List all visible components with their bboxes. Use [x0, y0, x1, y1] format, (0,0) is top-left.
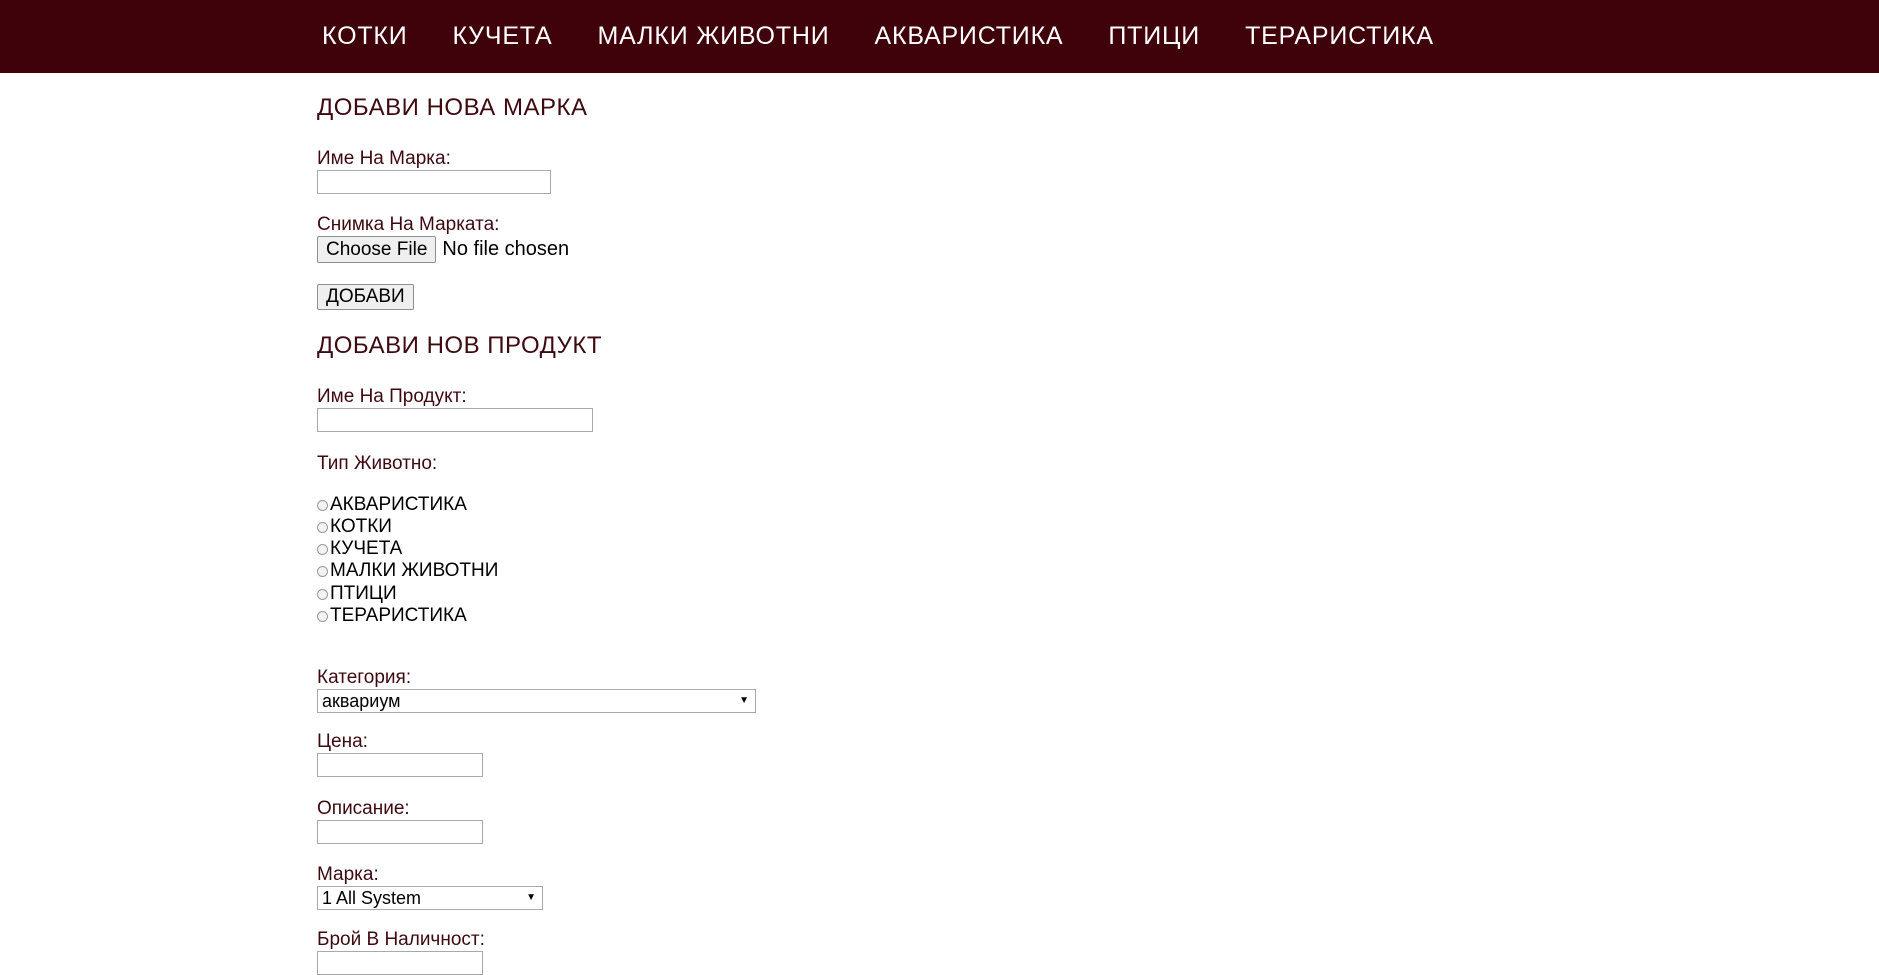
brand-select[interactable]: 1 All System ▼	[317, 886, 543, 910]
brand-selected-value: 1 All System	[322, 888, 422, 908]
dropdown-arrow-icon: ▼	[739, 695, 749, 706]
product-name-label: Име На Продукт:	[317, 386, 467, 407]
price-label: Цена:	[317, 731, 368, 752]
add-brand-button[interactable]: ДОБАВИ	[317, 284, 414, 310]
dropdown-arrow-icon: ▼	[526, 892, 536, 903]
brand-name-input[interactable]	[317, 170, 551, 194]
radio-label: АКВАРИСТИКА	[330, 494, 467, 515]
category-label: Категория:	[317, 667, 412, 688]
nav-item-birds[interactable]: ПТИЦИ	[1108, 22, 1200, 51]
category-selected-value: аквариум	[322, 691, 401, 711]
product-name-input[interactable]	[317, 408, 593, 432]
animal-type-label: Тип Животно:	[317, 453, 438, 474]
radio-button[interactable]	[317, 588, 328, 600]
description-label: Описание:	[317, 798, 410, 819]
radio-label: ПТИЦИ	[330, 583, 397, 604]
radio-label: ТЕРАРИСТИКА	[330, 605, 467, 626]
brand-image-label: Снимка На Марката:	[317, 214, 500, 235]
radio-button[interactable]	[317, 610, 328, 622]
radio-button[interactable]	[317, 565, 328, 577]
nav-list: КОТКИ КУЧЕТА МАЛКИ ЖИВОТНИ АКВАРИСТИКА П…	[322, 0, 1479, 73]
radio-button[interactable]	[317, 499, 328, 511]
nav-item-aquaristics[interactable]: АКВАРИСТИКА	[875, 22, 1064, 51]
radio-option-terraristics[interactable]: ТЕРАРИСТИКА	[317, 605, 467, 627]
stock-label: Брой В Наличност:	[317, 929, 485, 950]
nav-item-small-animals[interactable]: МАЛКИ ЖИВОТНИ	[598, 22, 830, 51]
radio-option-birds[interactable]: ПТИЦИ	[317, 583, 397, 605]
brand-label: Марка:	[317, 864, 379, 885]
radio-label: КУЧЕТА	[330, 538, 403, 559]
price-input[interactable]	[317, 753, 483, 777]
radio-label: МАЛКИ ЖИВОТНИ	[330, 560, 499, 581]
stock-input[interactable]	[317, 951, 483, 975]
description-input[interactable]	[317, 820, 483, 844]
nav-item-dogs[interactable]: КУЧЕТА	[453, 22, 553, 51]
brand-image-file-input: Choose File No file chosen	[317, 236, 569, 263]
radio-option-dogs[interactable]: КУЧЕТА	[317, 538, 402, 560]
file-status-text: No file chosen	[442, 238, 570, 260]
radio-label: КОТКИ	[330, 516, 392, 537]
choose-file-button[interactable]: Choose File	[317, 236, 437, 263]
radio-button[interactable]	[317, 521, 328, 533]
nav-item-cats[interactable]: КОТКИ	[322, 22, 408, 51]
nav-item-terraristics[interactable]: ТЕРАРИСТИКА	[1245, 22, 1434, 51]
category-select[interactable]: аквариум ▼	[317, 689, 756, 713]
radio-option-small-animals[interactable]: МАЛКИ ЖИВОТНИ	[317, 560, 498, 582]
brand-form-title: ДОБАВИ НОВА МАРКА	[317, 94, 588, 121]
radio-option-cats[interactable]: КОТКИ	[317, 516, 392, 538]
radio-button[interactable]	[317, 543, 328, 555]
product-form-title: ДОБАВИ НОВ ПРОДУКТ	[317, 332, 603, 359]
top-navigation: КОТКИ КУЧЕТА МАЛКИ ЖИВОТНИ АКВАРИСТИКА П…	[0, 0, 1879, 73]
radio-option-aquaristics[interactable]: АКВАРИСТИКА	[317, 494, 467, 516]
brand-name-label: Име На Марка:	[317, 148, 451, 169]
